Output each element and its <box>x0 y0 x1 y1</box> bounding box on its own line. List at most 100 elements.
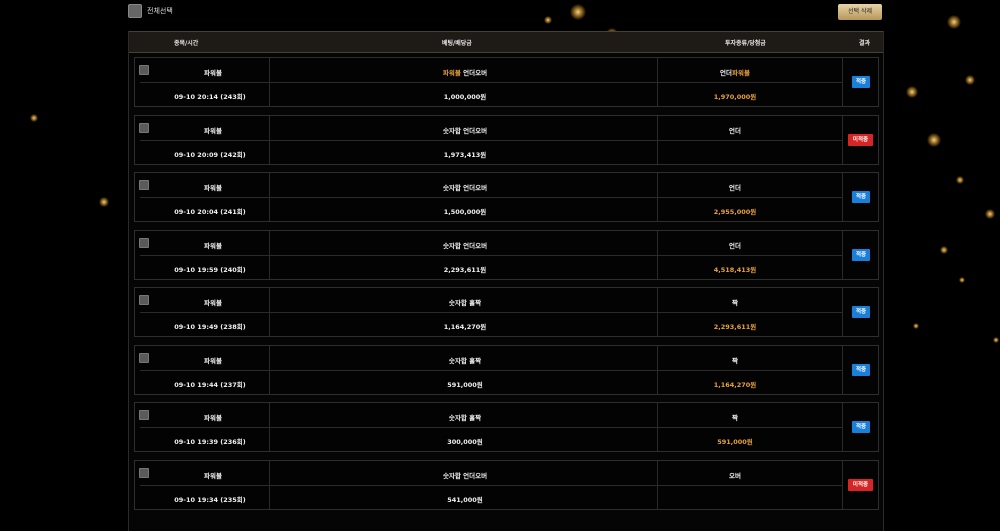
draw-time: 09-10 20:04 (241회) <box>174 208 246 216</box>
bet-type: 숫자합 언더오버 <box>395 125 535 135</box>
row-checkbox[interactable] <box>139 122 149 133</box>
row-checkbox[interactable] <box>139 295 149 305</box>
table-row: 파워볼 09-10 19:44 (237회) 숫자합 홀짝 591,000원 짝 1,16… <box>134 344 879 395</box>
row-checkbox[interactable] <box>139 180 149 190</box>
pick: 오버 <box>675 470 795 480</box>
pick: 언더 <box>675 125 795 135</box>
header-game-time: 종목/시간 <box>174 40 199 47</box>
game-name: 파워볼 <box>204 241 222 250</box>
select-all-control[interactable]: 전체선택 <box>128 4 173 18</box>
win-amount: 591,000원 <box>717 438 753 446</box>
row-divider <box>140 139 842 141</box>
row-checkbox[interactable] <box>139 65 149 75</box>
pick-suffix: 파워볼 <box>732 69 750 77</box>
row-divider <box>140 369 842 371</box>
bet-type-prefix: 파워볼 <box>442 69 461 77</box>
row-checkbox[interactable] <box>139 467 149 478</box>
win-amount: 4,518,413원 <box>713 265 757 274</box>
result-badge: 적중 <box>852 191 870 203</box>
win-amount: 1,164,270원 <box>713 380 757 389</box>
row-divider <box>842 345 843 394</box>
pick-label: 언더 <box>729 241 741 250</box>
bokeh-light <box>913 323 919 329</box>
bokeh-light <box>927 133 941 147</box>
row-divider <box>842 230 843 279</box>
table-row: 파워볼 09-10 19:49 (238회) 숫자합 홀짝 1,164,270원 짝 2,… <box>134 287 879 337</box>
bet-type: 숫자합 언더오버 <box>395 240 535 250</box>
game-name: 파워볼 <box>204 471 222 480</box>
game-name: 파워볼 <box>204 414 222 422</box>
pick: 짝 <box>675 297 795 307</box>
bokeh-light <box>956 176 964 184</box>
pick: 언더 <box>675 240 795 250</box>
result-badge: 적중 <box>852 363 870 376</box>
bokeh-light <box>947 15 961 29</box>
table-row: 파워볼 09-10 20:09 (242회) 숫자합 언더오버 1,973,413원 언… <box>134 114 879 165</box>
bet-amount: 1,164,270원 <box>443 323 487 331</box>
result-badge: 미적중 <box>848 478 873 491</box>
pick-label: 짝 <box>732 356 738 365</box>
bokeh-light <box>993 337 999 343</box>
draw-time: 09-10 19:49 (238회) <box>174 323 246 331</box>
bokeh-light <box>906 86 918 98</box>
header-bet-amount: 베팅/배당금 <box>442 40 472 47</box>
bet-type-label: 숫자합 언더오버 <box>442 471 488 480</box>
row-divider <box>140 82 842 83</box>
bet-amount: 541,000원 <box>447 495 483 504</box>
row-checkbox[interactable] <box>139 237 149 248</box>
bet-type-label: 숫자합 홀짝 <box>448 414 482 422</box>
game-name: 파워볼 <box>204 184 222 192</box>
bokeh-light <box>940 246 948 254</box>
game-name: 파워볼 <box>204 69 222 77</box>
draw-time: 09-10 19:34 (235회) <box>174 495 246 504</box>
row-divider <box>842 115 843 164</box>
table-row: 파워볼 09-10 20:14 (243회) 파워볼 언더오버 1,000,000원 언… <box>134 57 879 107</box>
bet-amount: 2,293,611원 <box>443 265 487 274</box>
game-name: 파워볼 <box>204 356 222 365</box>
bokeh-light <box>985 209 995 219</box>
pick: 짝 <box>675 412 795 422</box>
result-badge: 적중 <box>852 248 870 261</box>
select-all-checkbox[interactable] <box>128 4 142 18</box>
bet-amount: 1,000,000원 <box>443 93 487 101</box>
game-name: 파워볼 <box>204 299 222 307</box>
row-divider <box>842 58 843 106</box>
bokeh-light <box>965 75 975 85</box>
bet-type-label: 언더오버 <box>463 69 488 77</box>
result-badge: 미적중 <box>848 133 873 146</box>
bet-type-label: 숫자합 언더오버 <box>442 241 488 250</box>
bokeh-light <box>30 114 38 122</box>
bet-history-table: 종목/시간 베팅/배당금 투자종류/당첨금 결과 파워볼 09-10 20:14 … <box>128 31 884 531</box>
pick-label: 짝 <box>732 414 738 422</box>
table-row: 파워볼 09-10 20:04 (241회) 숫자합 언더오버 1,500,000원 언… <box>134 172 879 222</box>
bet-type: 숫자합 언더오버 <box>395 470 535 480</box>
pick-label: 언더 <box>720 69 732 77</box>
pick: 언더 <box>675 182 795 192</box>
row-divider <box>842 403 843 451</box>
bet-type: 숫자합 홀짝 <box>395 297 535 307</box>
bet-amount: 1,500,000원 <box>443 208 487 216</box>
result-badge: 적중 <box>852 76 870 88</box>
bet-type-label: 숫자합 언더오버 <box>442 126 488 135</box>
bet-type: 숫자합 언더오버 <box>395 182 535 192</box>
row-checkbox[interactable] <box>139 410 149 420</box>
draw-time: 09-10 20:09 (242회) <box>174 150 246 159</box>
bet-type-label: 숫자합 홀짝 <box>448 356 482 365</box>
row-checkbox[interactable] <box>139 352 149 363</box>
table-row: 파워볼 09-10 19:34 (235회) 숫자합 언더오버 541,000원 오버미… <box>134 459 879 510</box>
bet-amount: 591,000원 <box>447 380 483 389</box>
select-all-label: 전체선택 <box>147 7 173 15</box>
win-amount: 1,970,000원 <box>713 93 757 101</box>
row-divider <box>842 288 843 336</box>
result-badge: 적중 <box>852 421 870 433</box>
bet-amount: 300,000원 <box>447 438 483 446</box>
delete-selected-button[interactable]: 선택 삭제 <box>838 4 882 20</box>
pick-label: 짝 <box>732 299 738 307</box>
row-divider <box>140 312 842 313</box>
bet-type-label: 숫자합 언더오버 <box>442 184 488 192</box>
row-divider <box>140 484 842 486</box>
pick-label: 오버 <box>729 471 741 480</box>
table-header: 종목/시간 베팅/배당금 투자종류/당첨금 결과 <box>129 31 883 53</box>
game-name: 파워볼 <box>204 126 222 135</box>
pick: 언더파워볼 <box>675 67 795 77</box>
